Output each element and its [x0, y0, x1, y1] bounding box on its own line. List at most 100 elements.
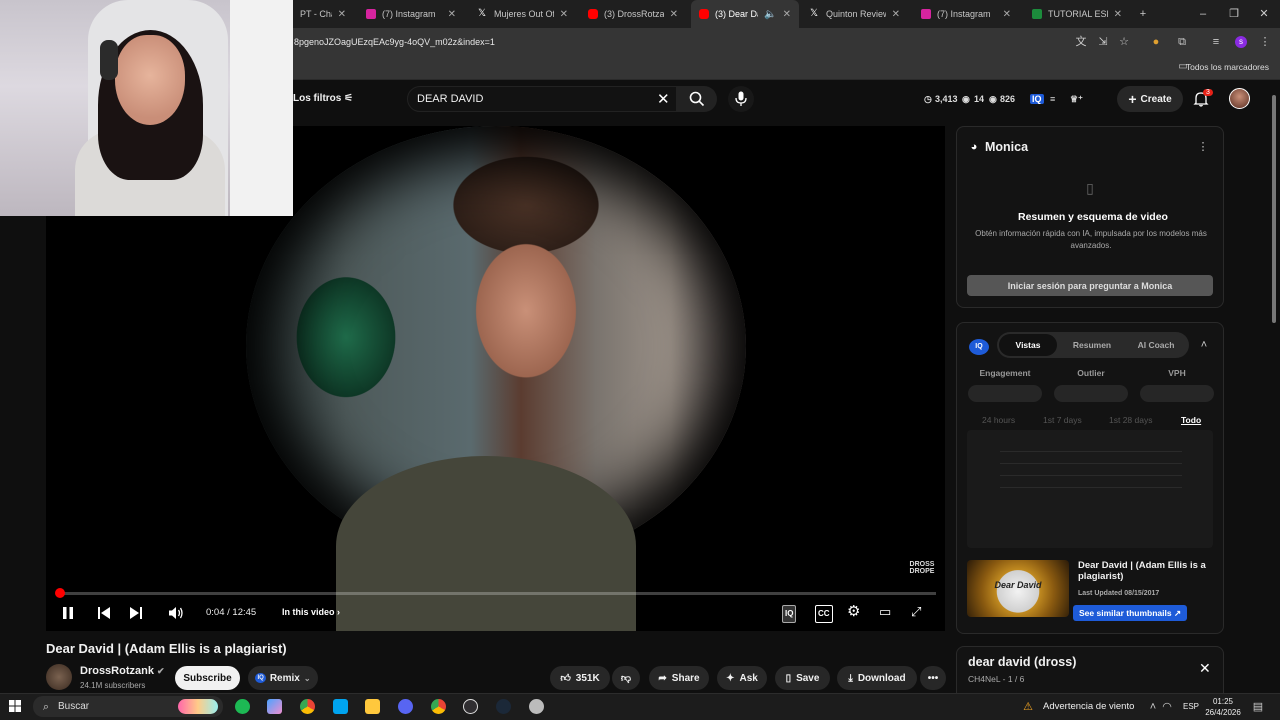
security-icon[interactable]: [333, 699, 348, 714]
dislike-button[interactable]: 👎︎: [612, 666, 640, 690]
next-icon[interactable]: [129, 606, 143, 620]
like-button[interactable]: 👍︎ 351K: [550, 666, 610, 690]
channel-name[interactable]: DrossRotzank ✔: [80, 665, 165, 677]
chrome-icon[interactable]: [300, 699, 315, 714]
browser-tab[interactable]: PT - Chat E ✕: [292, 0, 354, 28]
progress-bar[interactable]: [56, 592, 936, 595]
file-explorer-icon[interactable]: [365, 699, 380, 714]
close-icon[interactable]: ✕: [448, 9, 456, 20]
progress-scrubber[interactable]: [55, 588, 65, 598]
vidiq-icon[interactable]: IQ: [1030, 94, 1044, 104]
range-7d[interactable]: 1st 7 days: [1043, 415, 1082, 425]
account-avatar[interactable]: [1229, 88, 1250, 109]
range-24h[interactable]: 24 hours: [982, 415, 1015, 425]
previous-icon[interactable]: [97, 606, 111, 620]
steam-icon[interactable]: [496, 699, 511, 714]
browser-tab[interactable]: (7) Instagram ✕: [358, 0, 464, 28]
close-icon[interactable]: ✕: [560, 9, 568, 20]
close-icon[interactable]: ✕: [783, 9, 791, 20]
scrollbar-thumb[interactable]: [1272, 95, 1276, 323]
trophy-icon[interactable]: ♕⁺: [1070, 94, 1083, 105]
download-button[interactable]: ⤓ Download: [837, 666, 917, 690]
close-window-icon[interactable]: ✕: [1258, 8, 1270, 20]
range-todo[interactable]: Todo: [1181, 415, 1201, 425]
monica-signin-button[interactable]: Iniciar sesión para preguntar a Monica: [967, 275, 1213, 296]
create-button[interactable]: + Create: [1117, 86, 1183, 112]
language-indicator[interactable]: ESP: [1183, 702, 1199, 711]
voice-search-button[interactable]: [728, 86, 754, 112]
chevron-up-icon[interactable]: ˄: [1147, 701, 1159, 713]
ask-button[interactable]: ✦ Ask: [717, 666, 767, 690]
close-icon[interactable]: ✕: [338, 9, 346, 20]
browser-tab-active[interactable]: (3) Dear David 🔈 ✕: [691, 0, 799, 28]
kebab-menu-icon[interactable]: ⋮: [1197, 141, 1209, 153]
all-bookmarks-link[interactable]: Todos los marcadores: [1186, 62, 1269, 72]
url-text[interactable]: 8pgenoJZOagUEzqEAc9yg-4oQV_m02z&index=1: [294, 37, 495, 47]
search-button[interactable]: [677, 86, 717, 112]
more-actions-button[interactable]: •••: [920, 666, 946, 690]
chrome-profile-icon[interactable]: [431, 699, 446, 714]
tab-resumen[interactable]: Resumen: [1063, 334, 1121, 356]
close-icon[interactable]: ✕: [1199, 660, 1211, 677]
browser-tab[interactable]: (7) Instagram ✕: [913, 0, 1019, 28]
eye-icon: ◉: [962, 94, 970, 104]
external-link-icon: ↗: [1173, 607, 1182, 618]
chevron-up-icon[interactable]: ˄: [1198, 339, 1210, 351]
browser-tab[interactable]: TUTORIAL ESPAÑ ✕: [1024, 0, 1130, 28]
wifi-icon[interactable]: ◠: [1161, 701, 1173, 713]
puzzle-icon[interactable]: ⧉: [1176, 36, 1188, 48]
tab-ai-coach[interactable]: AI Coach: [1127, 334, 1185, 356]
extension-icon[interactable]: ●: [1150, 36, 1162, 48]
speaker-icon[interactable]: 🔈: [764, 9, 776, 20]
close-icon[interactable]: ✕: [670, 9, 678, 20]
windows-start-icon[interactable]: [9, 700, 21, 712]
taskbar-widget-icon[interactable]: [178, 699, 218, 714]
vidiq-player-icon[interactable]: IQ: [782, 605, 797, 623]
lines-icon[interactable]: ≡: [1050, 94, 1055, 104]
share-button[interactable]: ➦ Share: [649, 666, 709, 690]
notification-center-icon[interactable]: ▤: [1252, 701, 1264, 713]
fullscreen-icon[interactable]: ⤢: [911, 604, 921, 620]
spotify-icon[interactable]: [235, 699, 250, 714]
browser-tab[interactable]: (3) DrossRotzank ✕: [580, 0, 686, 28]
close-icon[interactable]: ✕: [1003, 9, 1011, 20]
star-icon[interactable]: ☆: [1118, 36, 1130, 48]
restore-icon[interactable]: ❐: [1228, 8, 1240, 20]
profile-icon[interactable]: s: [1235, 36, 1247, 48]
subscribe-button[interactable]: Subscribe: [175, 666, 240, 690]
obs-icon[interactable]: [463, 699, 478, 714]
app-icon[interactable]: [529, 699, 544, 714]
close-icon[interactable]: ✕: [1114, 9, 1122, 20]
channel-avatar[interactable]: [46, 664, 72, 690]
remix-button[interactable]: IQ Remix ⌄: [248, 666, 318, 690]
search-query[interactable]: DEAR DAVID: [417, 93, 483, 105]
copilot-icon[interactable]: [267, 699, 282, 714]
kebab-menu-icon[interactable]: ⋮: [1259, 36, 1271, 48]
captions-icon[interactable]: CC: [815, 605, 833, 623]
minimize-icon[interactable]: –: [1197, 8, 1209, 20]
filters-button[interactable]: Los filtros ⚟: [293, 93, 353, 104]
browser-tab[interactable]: 𝕏 Quinton Reviews ✕: [802, 0, 908, 28]
close-icon[interactable]: ✕: [892, 9, 900, 20]
theater-mode-icon[interactable]: ▭: [879, 604, 891, 620]
discord-icon[interactable]: [398, 699, 413, 714]
see-similar-thumbnails-button[interactable]: See similar thumbnails ↗: [1073, 605, 1188, 621]
taskbar-clock[interactable]: 01:25 26/4/2026: [1205, 696, 1241, 718]
weather-alert[interactable]: Advertencia de viento: [1043, 701, 1134, 712]
views-stat: 3,413: [935, 94, 958, 104]
microphone-icon: [735, 91, 747, 106]
save-button[interactable]: ▯ Save: [775, 666, 830, 690]
menu-lines-icon[interactable]: ≡: [1210, 36, 1222, 48]
in-this-video-button[interactable]: In this video ›: [282, 607, 340, 617]
browser-tab[interactable]: 𝕏 Mujeres Out Of C ✕: [470, 0, 576, 28]
range-28d[interactable]: 1st 28 days: [1109, 415, 1152, 425]
new-tab-icon[interactable]: +: [1137, 8, 1149, 20]
pause-icon[interactable]: [61, 606, 75, 620]
playlist-title[interactable]: dear david (dross): [968, 655, 1076, 669]
translate-icon[interactable]: 文: [1075, 36, 1087, 48]
tab-vistas[interactable]: Vistas: [999, 334, 1057, 356]
settings-icon[interactable]: ⚙: [847, 604, 860, 620]
clear-search-icon[interactable]: ✕: [657, 90, 670, 108]
install-icon[interactable]: ⇲: [1097, 36, 1109, 48]
volume-icon[interactable]: [168, 606, 184, 620]
